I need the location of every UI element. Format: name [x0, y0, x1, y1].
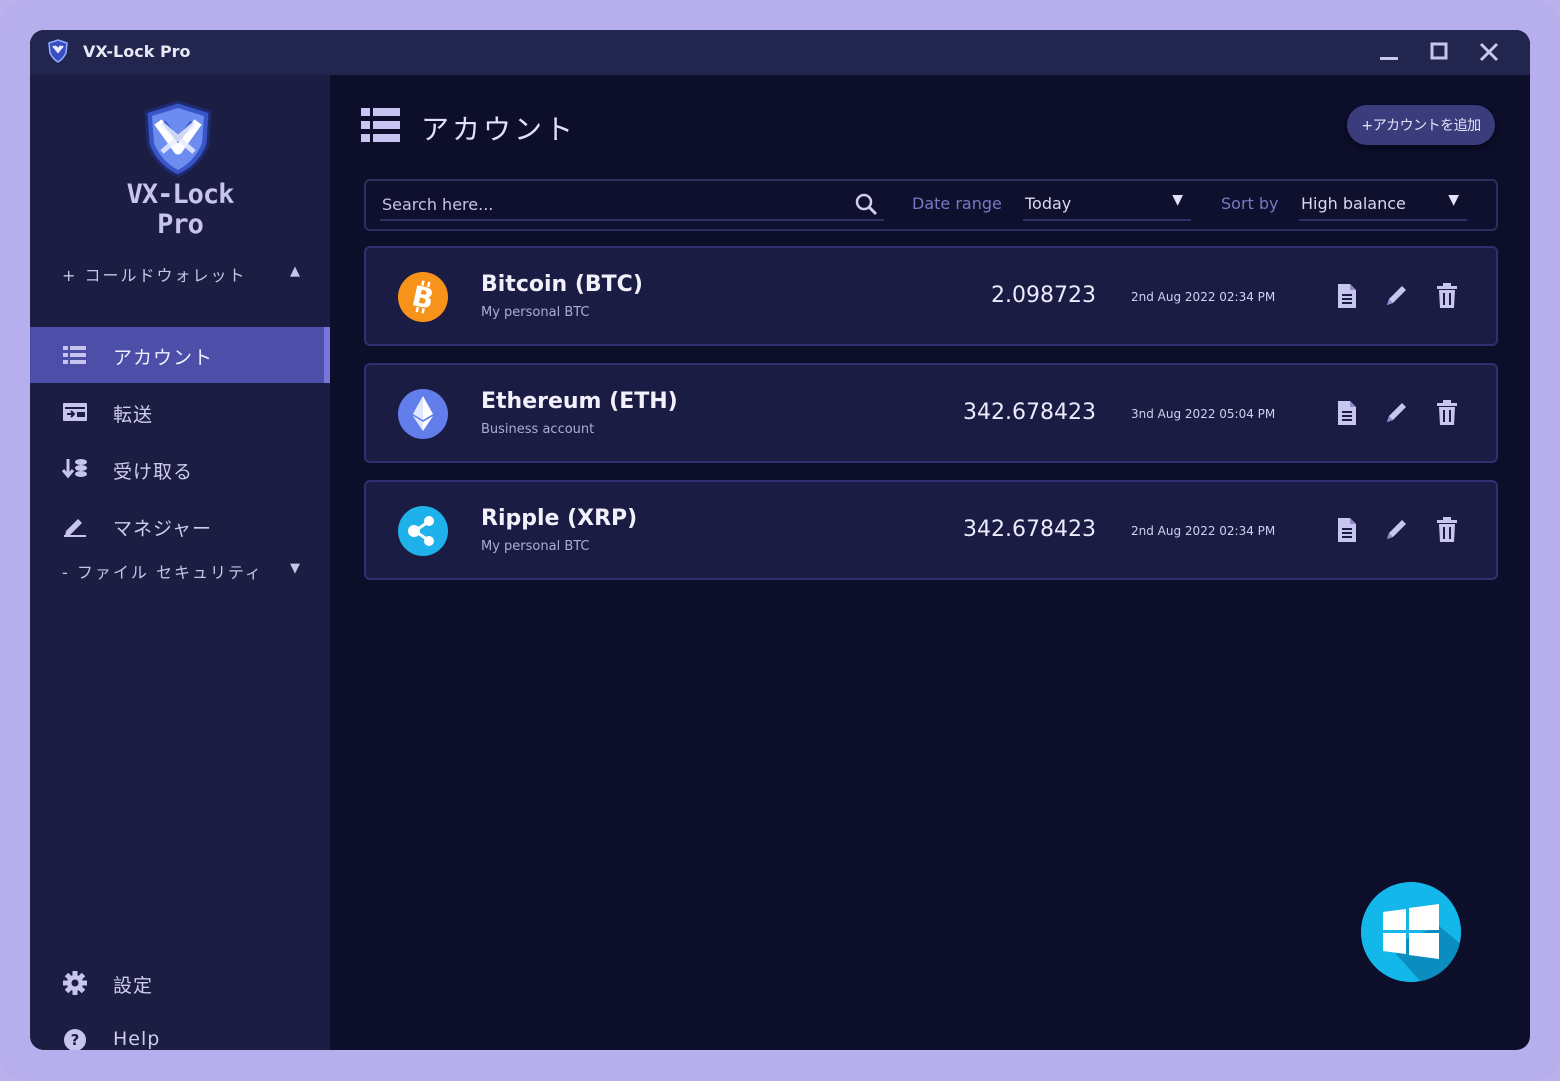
account-name: Bitcoin (BTC): [481, 272, 643, 297]
account-row[interactable]: B Bitcoin (BTC) My personal BTC 2.098723…: [364, 246, 1498, 346]
page-title: アカウント: [421, 113, 577, 146]
sort-by-label: Sort by: [1221, 194, 1279, 213]
account-description: My personal BTC: [481, 539, 590, 554]
document-icon[interactable]: [1334, 516, 1360, 544]
search-icon[interactable]: [854, 192, 878, 216]
minimize-button[interactable]: [1374, 38, 1404, 66]
sidebar-item-settings[interactable]: 設定: [30, 955, 330, 1011]
sidebar-item-manager[interactable]: マネジャー: [30, 498, 330, 554]
app-window: VX-Lock Pro VX-Lock Pro + コールドウォレット ▲ アカ…: [30, 30, 1530, 1050]
account-balance: 2.098723: [991, 283, 1096, 308]
filter-bar: Date range Today ▼ Sort by High balance …: [364, 179, 1498, 231]
window-title: VX-Lock Pro: [83, 42, 191, 61]
sidebar-item-label: アカウント: [113, 347, 214, 369]
ripple-icon: [398, 506, 448, 556]
title-bar: VX-Lock Pro: [30, 30, 1530, 75]
maximize-icon: [1430, 42, 1448, 60]
main-content: アカウント +アカウントを追加 Date range Today ▼ Sort …: [330, 75, 1530, 1050]
ethereum-icon: [398, 389, 448, 439]
trash-icon[interactable]: [1434, 399, 1460, 427]
gear-icon: [62, 971, 88, 995]
file-security-label: - ファイル セキュリティ: [62, 563, 263, 582]
account-description: Business account: [481, 422, 595, 437]
search-input[interactable]: [380, 189, 884, 221]
help-icon: ?: [62, 1028, 88, 1050]
windows-logo-icon: [1361, 882, 1461, 982]
svg-text:?: ?: [71, 1031, 80, 1049]
outer-frame: VX-Lock Pro VX-Lock Pro + コールドウォレット ▲ アカ…: [0, 0, 1560, 1081]
receive-icon: [61, 457, 88, 481]
sidebar-item-transfer[interactable]: 転送: [30, 384, 330, 440]
brand-shield-icon: [144, 100, 212, 178]
sidebar-item-help[interactable]: ? Help: [30, 1012, 330, 1050]
account-name: Ethereum (ETH): [481, 389, 678, 414]
cold-wallet-section-toggle[interactable]: + コールドウォレット ▲: [62, 262, 302, 286]
document-icon[interactable]: [1334, 282, 1360, 310]
sort-by-select[interactable]: High balance ▼: [1299, 189, 1467, 221]
edit-icon[interactable]: [1384, 516, 1410, 544]
maximize-button[interactable]: [1424, 38, 1454, 66]
account-balance: 342.678423: [963, 400, 1096, 425]
sidebar: VX-Lock Pro + コールドウォレット ▲ アカウント 転送 受け取る: [30, 75, 330, 1050]
date-range-value: Today: [1025, 194, 1072, 213]
edit-icon[interactable]: [1384, 399, 1410, 427]
trash-icon[interactable]: [1434, 516, 1460, 544]
caret-down-icon: ▼: [1172, 192, 1183, 208]
bitcoin-icon: B: [398, 272, 448, 322]
list-icon: [62, 343, 88, 367]
brand-suffix: Pro: [157, 209, 204, 240]
minimize-icon: [1380, 57, 1398, 60]
edit-icon[interactable]: [1384, 282, 1410, 310]
cold-wallet-label: + コールドウォレット: [62, 266, 247, 285]
account-balance: 342.678423: [963, 517, 1096, 542]
sidebar-item-label: 転送: [113, 404, 154, 426]
account-description: My personal BTC: [481, 305, 590, 320]
trash-icon[interactable]: [1434, 282, 1460, 310]
document-icon[interactable]: [1334, 399, 1360, 427]
account-row[interactable]: Ethereum (ETH) Business account 342.6784…: [364, 363, 1498, 463]
sort-by-value: High balance: [1301, 194, 1406, 213]
sidebar-item-accounts[interactable]: アカウント: [30, 327, 330, 383]
caret-down-icon: ▼: [1448, 192, 1459, 208]
pencil-icon: [62, 514, 88, 538]
caret-down-icon: ▼: [290, 561, 302, 576]
account-row[interactable]: Ripple (XRP) My personal BTC 342.678423 …: [364, 480, 1498, 580]
date-range-select[interactable]: Today ▼: [1023, 189, 1191, 221]
close-button[interactable]: [1474, 38, 1504, 66]
sidebar-item-label: マネジャー: [113, 518, 213, 540]
caret-up-icon: ▲: [290, 264, 302, 279]
account-date: 2nd Aug 2022 02:34 PM: [1131, 290, 1276, 304]
sidebar-item-receive[interactable]: 受け取る: [30, 441, 330, 497]
account-date: 2nd Aug 2022 02:34 PM: [1131, 524, 1276, 538]
file-security-section-toggle[interactable]: - ファイル セキュリティ ▼: [62, 559, 302, 583]
brand-name: VX-Lock: [126, 179, 235, 210]
sidebar-item-label: Help: [113, 1028, 161, 1050]
sidebar-item-label: 受け取る: [113, 461, 194, 483]
list-icon: [361, 107, 401, 143]
add-account-button[interactable]: +アカウントを追加: [1347, 105, 1495, 145]
sidebar-item-label: 設定: [113, 975, 154, 997]
app-logo-icon: [48, 39, 68, 63]
date-range-label: Date range: [912, 194, 1002, 213]
close-icon: [1479, 42, 1499, 62]
transfer-icon: [62, 400, 88, 424]
account-name: Ripple (XRP): [481, 506, 638, 531]
account-date: 3nd Aug 2022 05:04 PM: [1131, 407, 1276, 421]
